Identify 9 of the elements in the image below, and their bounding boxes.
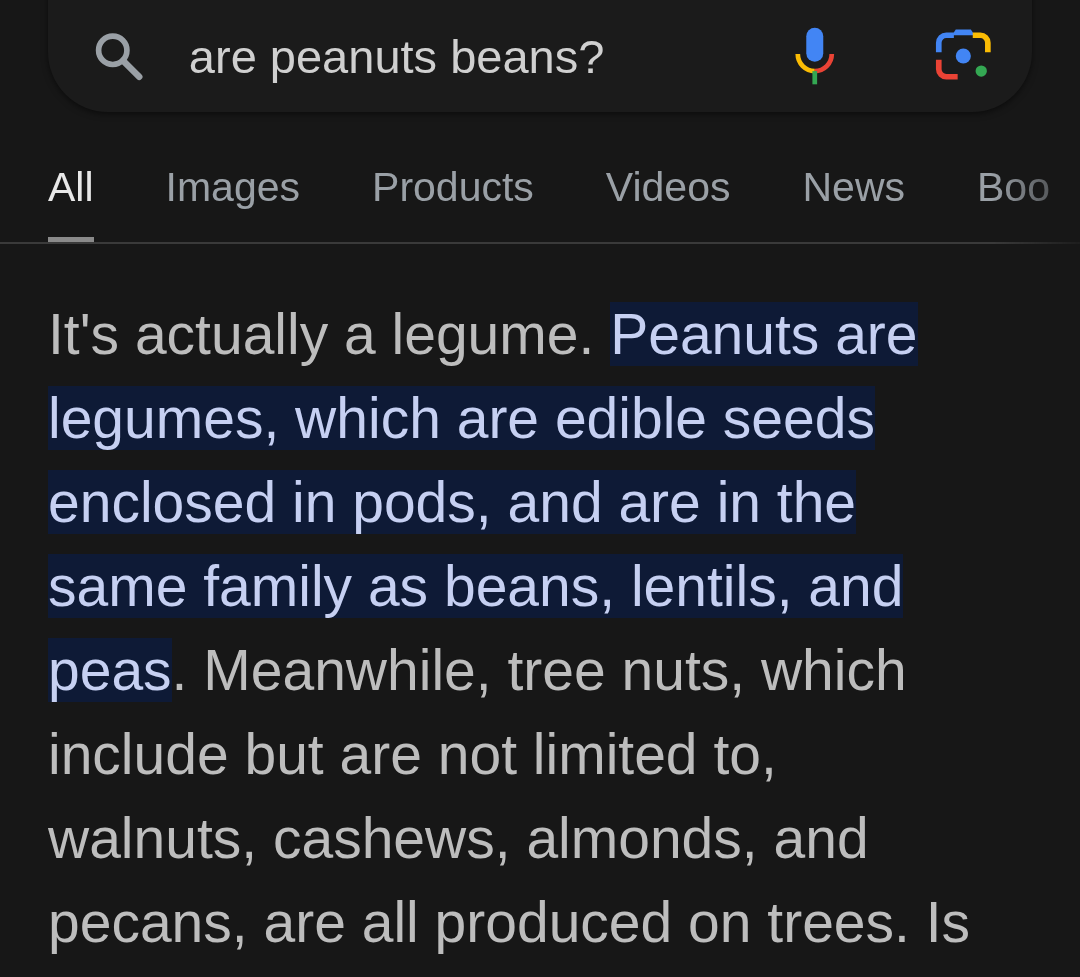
tab[interactable]: All [48,164,94,242]
tab[interactable]: Products [372,164,534,242]
microphone-icon[interactable] [793,26,836,86]
search-field[interactable]: are peanuts beans? [48,0,1032,112]
tab[interactable]: Boo [977,164,1050,242]
tab[interactable]: News [802,164,905,242]
tab[interactable]: Videos [605,164,731,242]
tab[interactable]: Images [165,164,301,242]
search-input[interactable]: are peanuts beans? [188,28,794,84]
